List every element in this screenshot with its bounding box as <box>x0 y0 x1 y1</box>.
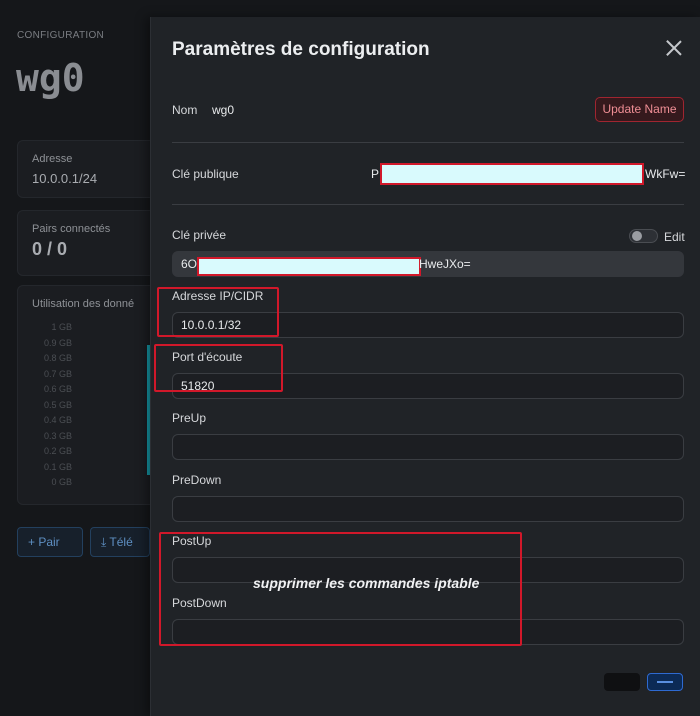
axis-tick-label: 0.6 GB <box>43 384 72 394</box>
address-card-label: Adresse <box>32 153 73 165</box>
public-key-value-end: WkFw= <box>645 167 686 181</box>
axis-tick-label: 0.1 GB <box>43 461 72 472</box>
private-key-label: Clé privée <box>172 228 227 242</box>
axis-tick-label: 0.3 GB <box>43 430 72 441</box>
name-value: wg0 <box>212 103 235 117</box>
axis-tick-label: 1 GB <box>51 322 72 332</box>
axis-tick-label: 0.8 GB <box>43 353 72 363</box>
redaction-mask <box>197 257 421 276</box>
address-label: Adresse IP/CIDR <box>172 289 264 303</box>
usage-chart-axis: 1 GB 0.9 GB 0.8 GB 0.7 GB 0.6 GB 0.5 GB … <box>32 322 72 493</box>
axis-tick-label: 0.2 GB <box>43 446 72 456</box>
data-usage-card-label: Utilisation des donné <box>32 298 135 310</box>
private-key-value-end: HweJXo= <box>419 257 471 271</box>
name-label: Nom <box>172 103 198 117</box>
public-key-label: Clé publique <box>172 167 239 181</box>
redaction-mask <box>380 163 644 185</box>
public-key-value-start: P <box>371 167 380 181</box>
axis-tick-label: 0.5 GB <box>43 399 72 410</box>
postdown-input[interactable] <box>172 619 684 645</box>
configuration-modal: Paramètres de configuration Nom wg0 Upda… <box>150 17 700 716</box>
interface-title: wg0 <box>16 56 85 100</box>
divider <box>172 142 684 143</box>
add-pair-button[interactable]: + Pair <box>17 527 83 557</box>
axis-tick-label: 0.9 GB <box>43 337 72 348</box>
data-usage-card: Utilisation des donné 1 GB 0.9 GB 0.8 GB… <box>17 285 157 505</box>
address-input[interactable]: 10.0.0.1/32 <box>172 312 684 338</box>
peers-card-label: Pairs connectés <box>32 223 111 235</box>
listen-port-label: Port d'écoute <box>172 350 243 364</box>
toggle-knob <box>632 231 642 241</box>
annotation-text: supprimer les commandes iptable <box>253 575 480 591</box>
axis-tick-label: 0.4 GB <box>43 415 72 425</box>
axis-tick-label: 0 GB <box>51 477 72 487</box>
peers-card: Pairs connectés 0 / 0 <box>17 210 157 276</box>
cancel-button[interactable] <box>604 673 640 691</box>
preup-label: PreUp <box>172 411 207 425</box>
address-card-value: 10.0.0.1/24 <box>32 171 98 186</box>
update-name-button[interactable]: Update Name <box>595 97 684 122</box>
preup-input[interactable] <box>172 434 684 460</box>
edit-private-key-toggle[interactable] <box>629 229 658 243</box>
predown-label: PreDown <box>172 473 222 487</box>
modal-title: Paramètres de configuration <box>172 39 430 60</box>
listen-port-input[interactable]: 51820 <box>172 373 684 399</box>
save-button[interactable] <box>647 673 683 691</box>
address-card: Adresse 10.0.0.1/24 <box>17 140 157 198</box>
predown-input[interactable] <box>172 496 684 522</box>
postup-label: PostUp <box>172 534 212 548</box>
section-label: CONFIGURATION <box>17 30 105 41</box>
divider <box>172 204 684 205</box>
postdown-label: PostDown <box>172 596 227 610</box>
axis-tick-label: 0.7 GB <box>43 368 72 379</box>
peers-card-value: 0 / 0 <box>32 239 68 259</box>
download-button[interactable]: ⤓ Télé <box>90 527 150 557</box>
edit-label: Edit <box>664 230 685 244</box>
close-icon[interactable] <box>665 39 683 57</box>
